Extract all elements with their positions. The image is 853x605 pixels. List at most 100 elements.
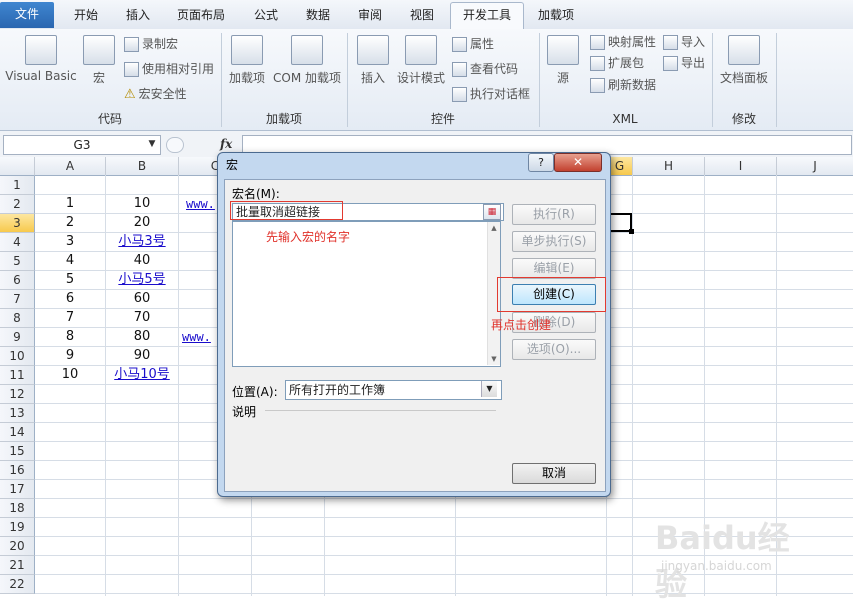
row-header[interactable]: 3 [0,214,35,233]
document-panel-button[interactable]: 文档面板 [716,35,772,86]
row-header[interactable]: 4 [0,233,35,252]
cell-a10[interactable]: 9 [35,347,105,365]
row-header[interactable]: 5 [0,252,35,271]
cell-a8[interactable]: 7 [35,309,105,327]
tab-page-layout[interactable]: 页面布局 [168,3,234,28]
properties-button[interactable]: 属性 [452,35,494,53]
refresh-icon [590,78,605,93]
expansion-packs-button[interactable]: 扩展包 [590,54,644,72]
cell-a7[interactable]: 6 [35,290,105,308]
cell-c9-hyperlink[interactable]: www. [182,328,222,346]
tab-data[interactable]: 数据 [294,3,342,28]
view-code-button[interactable]: 查看代码 [452,60,518,78]
row-header[interactable]: 1 [0,176,35,195]
column-header-b[interactable]: B [106,157,179,176]
insert-function-button[interactable]: fx [220,135,236,153]
record-macro-button[interactable]: 录制宏 [124,35,178,53]
xml-import-button[interactable]: 导入 [663,33,705,51]
row-header[interactable]: 15 [0,442,35,461]
tab-review[interactable]: 审阅 [346,3,394,28]
cell-b2[interactable]: 10 [106,195,178,213]
run-button[interactable]: 执行(R) [512,204,596,225]
cell-b7[interactable]: 60 [106,290,178,308]
map-properties-button[interactable]: 映射属性 [590,33,656,51]
name-box[interactable]: G3 [3,135,161,155]
row-header[interactable]: 6 [0,271,35,290]
highlight-box-macro-name [230,201,343,220]
chevron-down-icon[interactable]: ▼ [481,381,497,397]
tab-view[interactable]: 视图 [398,3,446,28]
column-header-j[interactable]: J [777,157,853,176]
cell-a6[interactable]: 5 [35,271,105,289]
row-header[interactable]: 22 [0,575,35,594]
row-header[interactable]: 11 [0,366,35,385]
run-dialog-button[interactable]: 执行对话框 [452,85,530,103]
visual-basic-button[interactable]: Visual Basic [4,35,78,83]
row-header[interactable]: 20 [0,537,35,556]
cell-b9[interactable]: 80 [106,328,178,346]
addins-button[interactable]: 加载项 [226,35,268,86]
fill-handle[interactable] [629,229,634,234]
row-header[interactable]: 13 [0,404,35,423]
cell-b3[interactable]: 20 [106,214,178,232]
row-header[interactable]: 8 [0,309,35,328]
tab-developer[interactable]: 开发工具 [450,2,524,30]
com-addins-button[interactable]: COM 加载项 [270,35,344,86]
macros-button[interactable]: 宏 [82,35,116,86]
row-header[interactable]: 9 [0,328,35,347]
insert-control-button[interactable]: 插入 [352,35,394,86]
cell-a2[interactable]: 1 [35,195,105,213]
select-all-corner[interactable] [0,157,35,176]
row-header[interactable]: 7 [0,290,35,309]
row-header[interactable]: 16 [0,461,35,480]
cell-a3[interactable]: 2 [35,214,105,232]
xml-source-button[interactable]: 源 [546,35,580,86]
row-header[interactable]: 18 [0,499,35,518]
row-header[interactable]: 19 [0,518,35,537]
tab-home[interactable]: 开始 [62,3,110,28]
chevron-down-icon[interactable]: ▼ [146,136,158,152]
tab-file[interactable]: 文件 [0,2,54,28]
cell-b4-hyperlink[interactable]: 小马3号 [106,233,178,251]
xml-export-button[interactable]: 导出 [663,54,705,72]
row-header[interactable]: 2 [0,195,35,214]
watermark: Baidu经验 jingyan.baidu.com [655,513,815,603]
column-header-a[interactable]: A [35,157,106,176]
row-header[interactable]: 17 [0,480,35,499]
refresh-data-button[interactable]: 刷新数据 [590,76,656,94]
relative-reference-button[interactable]: 使用相对引用 [124,60,214,78]
row-header[interactable]: 21 [0,556,35,575]
cell-a4[interactable]: 3 [35,233,105,251]
column-header-i[interactable]: I [705,157,777,176]
cell-a9[interactable]: 8 [35,328,105,346]
cell-b10[interactable]: 90 [106,347,178,365]
collapse-dialog-icon[interactable]: ▦ [483,204,501,220]
formula-bar-resize-handle[interactable] [166,137,184,153]
close-button[interactable]: ✕ [554,153,602,172]
column-header-h[interactable]: H [633,157,705,176]
design-mode-button[interactable]: 设计模式 [396,35,446,86]
tab-insert[interactable]: 插入 [114,3,162,28]
edit-button[interactable]: 编辑(E) [512,258,596,279]
cell-b8[interactable]: 70 [106,309,178,327]
macro-security-button[interactable]: ⚠ 宏安全性 [124,85,187,103]
cell-b5[interactable]: 40 [106,252,178,270]
cell-a5[interactable]: 4 [35,252,105,270]
xml-source-icon [547,35,579,65]
row-header[interactable]: 12 [0,385,35,404]
view-code-icon [452,62,467,77]
row-header[interactable]: 14 [0,423,35,442]
cell-b6-hyperlink[interactable]: 小马5号 [106,271,178,289]
options-button[interactable]: 选项(O)... [512,339,596,360]
scroll-down-icon[interactable]: ▼ [488,353,500,365]
help-button[interactable]: ? [528,153,554,172]
location-select[interactable]: 所有打开的工作簿 [285,380,502,400]
row-header[interactable]: 10 [0,347,35,366]
cancel-button[interactable]: 取消 [512,463,596,484]
tab-formulas[interactable]: 公式 [242,3,290,28]
cell-a11[interactable]: 10 [35,366,105,384]
tab-addins[interactable]: 加载项 [528,3,584,28]
scroll-up-icon[interactable]: ▲ [488,222,500,234]
step-into-button[interactable]: 单步执行(S) [512,231,596,252]
cell-b11-hyperlink[interactable]: 小马10号 [106,366,178,384]
